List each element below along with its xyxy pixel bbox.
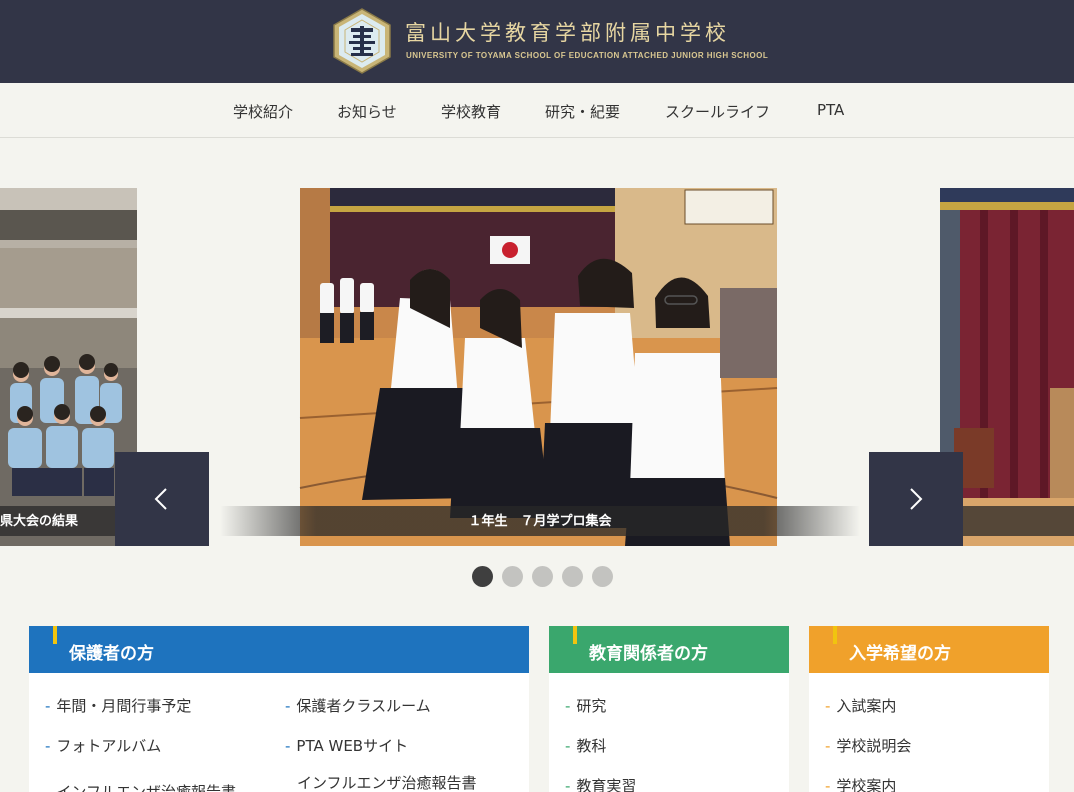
slide-prev-caption: 県大会の結果 [0,514,79,529]
link-parent-classroom[interactable]: - 保護者クラスルーム [285,695,431,716]
link-research[interactable]: - 研究 [565,695,606,716]
link-influenza-report[interactable]: - インフルエンザ治癒報告書 [45,781,236,792]
school-subtitle: UNIVERSITY OF TOYAMA SCHOOL OF EDUCATION… [406,51,769,60]
main-nav: 学校紹介 お知らせ 学校教育 研究・紀要 スクールライフ PTA [0,83,1074,138]
school-emblem-icon[interactable] [331,8,393,74]
slide-current-caption: １年生 ７月学プロ集会 [468,514,612,529]
nav-item-news[interactable]: お知らせ [337,101,397,122]
school-title[interactable]: 富山大学教育学部附属中学校 [405,17,730,47]
link-annual-schedule[interactable]: - 年間・月間行事予定 [45,695,191,716]
nav-item-about[interactable]: 学校紹介 [233,101,293,122]
slide-current-photo [220,188,860,546]
panel-applicants: 入学希望の方 - 入試案内 - 学校説明会 - 学校案内 [809,626,1049,792]
link-admission-info[interactable]: - 入試案内 [825,695,896,716]
chevron-right-icon [910,488,923,510]
panel-educators-header: 教育関係者の方 [549,626,789,673]
panel-parents: 保護者の方 - 年間・月間行事予定 - フォトアルバム - インフルエンザ治癒報告書 … [29,626,529,792]
link-influenza-report-2[interactable]: インフルエンザ治癒報告書 [297,772,477,792]
site-header: 富山大学教育学部附属中学校 UNIVERSITY OF TOYAMA SCHOO… [0,0,1074,83]
carousel-dot[interactable] [502,566,523,587]
panel-applicants-title: 入学希望の方 [849,644,951,664]
accent-mark [53,626,57,644]
link-subjects[interactable]: - 教科 [565,735,606,756]
panel-educators: 教育関係者の方 - 研究 - 教科 - 教育実習 [549,626,789,792]
link-photo-album[interactable]: - フォトアルバム [45,735,161,756]
panel-educators-title: 教育関係者の方 [589,644,708,664]
carousel-prev-button[interactable] [115,452,209,546]
carousel-dot[interactable] [562,566,583,587]
nav-item-pta[interactable]: PTA [817,101,844,119]
panel-parents-header: 保護者の方 [29,626,529,673]
panel-parents-title: 保護者の方 [69,644,154,664]
panel-applicants-header: 入学希望の方 [809,626,1049,673]
chevron-left-icon [154,488,167,510]
carousel-slide-current[interactable]: １年生 ７月学プロ集会 [220,188,860,546]
nav-item-research[interactable]: 研究・紀要 [545,101,620,122]
nav-item-education[interactable]: 学校教育 [441,101,501,122]
link-teaching-practice[interactable]: - 教育実習 [565,775,636,792]
nav-item-school-life[interactable]: スクールライフ [665,101,770,122]
link-school-guide[interactable]: - 学校案内 [825,775,896,792]
link-info-session[interactable]: - 学校説明会 [825,735,911,756]
carousel-dot[interactable] [472,566,493,587]
carousel-dot[interactable] [592,566,613,587]
accent-mark [833,626,837,644]
accent-mark [573,626,577,644]
carousel-next-button[interactable] [869,452,963,546]
carousel-dot[interactable] [532,566,553,587]
link-pta-website[interactable]: - PTA WEBサイト [285,735,408,756]
